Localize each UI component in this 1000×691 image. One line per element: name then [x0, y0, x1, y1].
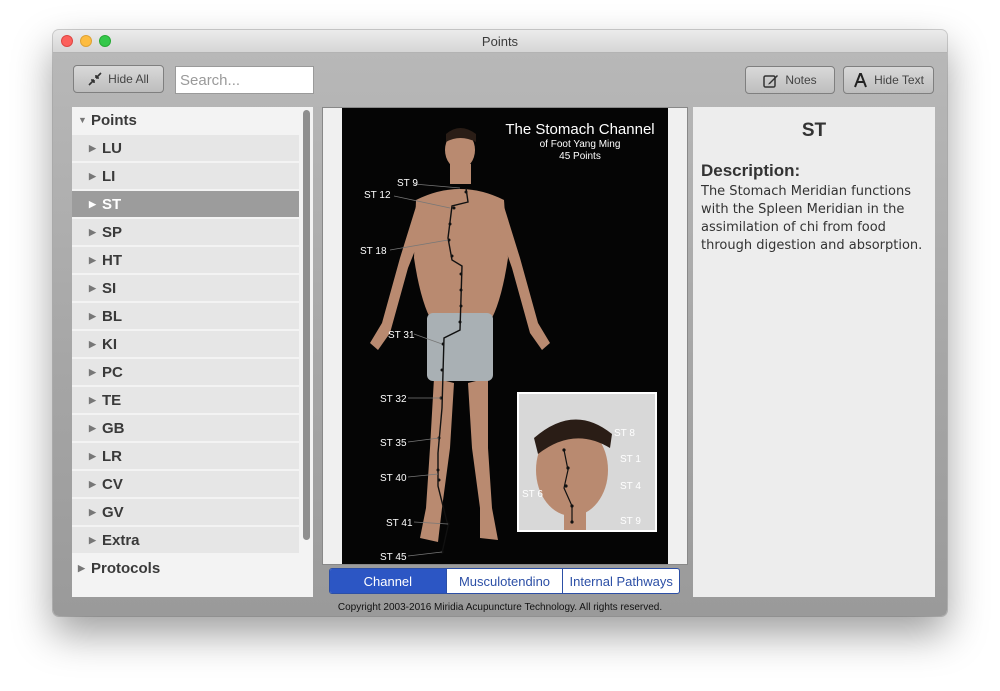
disclosure-closed-icon: ▶	[89, 142, 96, 153]
hide-all-label: Hide All	[108, 72, 149, 86]
sidebar-item-lu[interactable]: ▶ LU	[72, 135, 299, 161]
window-title: Points	[481, 34, 519, 49]
point-label[interactable]: ST 40	[380, 473, 407, 484]
collapse-arrows-icon	[88, 72, 102, 86]
channel-image-frame: The Stomach Channel of Foot Yang Ming 45…	[322, 107, 688, 565]
image-title: The Stomach Channel	[505, 121, 654, 138]
disclosure-closed-icon: ▶	[89, 226, 96, 237]
disclosure-closed-icon: ▶	[89, 534, 96, 545]
description-panel: ST Description: The Stomach Meridian fun…	[693, 107, 935, 597]
notes-button[interactable]: Notes	[745, 66, 835, 94]
disclosure-closed-icon: ▶	[89, 310, 96, 321]
sidebar-item-label: LI	[102, 167, 116, 185]
title-bar: Points	[53, 30, 947, 53]
disclosure-closed-icon: ▶	[89, 506, 96, 517]
point-label[interactable]: ST 1	[620, 454, 641, 465]
tab-internal-pathways[interactable]: Internal Pathways	[562, 569, 679, 593]
sidebar-item-te[interactable]: ▶ TE	[72, 387, 299, 413]
point-label[interactable]: ST 12	[364, 190, 391, 201]
sidebar-item-li[interactable]: ▶ LI	[72, 163, 299, 189]
tree-group-points[interactable]: ▼ Points	[72, 107, 299, 133]
sidebar-item-ht[interactable]: ▶ HT	[72, 247, 299, 273]
tree-group-label: Protocols	[91, 559, 161, 577]
point-label[interactable]: ST 9	[397, 178, 418, 189]
disclosure-closed-icon: ▶	[89, 450, 96, 461]
sidebar-item-label: BL	[102, 307, 122, 325]
disclosure-closed-icon: ▶	[89, 198, 96, 209]
image-point-count: 45 Points	[559, 151, 601, 162]
sidebar-item-label: GV	[102, 503, 124, 521]
stomach-channel-photo: The Stomach Channel of Foot Yang Ming 45…	[342, 108, 668, 564]
point-label[interactable]: ST 45	[380, 552, 407, 563]
sidebar-item-sp[interactable]: ▶ SP	[72, 219, 299, 245]
sidebar-item-si[interactable]: ▶ SI	[72, 275, 299, 301]
sidebar-item-st[interactable]: ▶ ST	[72, 191, 299, 217]
tab-channel[interactable]: Channel	[330, 569, 446, 593]
sidebar-item-label: CV	[102, 475, 123, 493]
points-sidebar: ▼ Points ▶ LU ▶ LI ▶ ST ▶ SP ▶ HT ▶ SI ▶	[72, 107, 313, 597]
sidebar-item-label: GB	[102, 419, 125, 437]
point-label[interactable]: ST 4	[620, 481, 641, 492]
sidebar-item-gb[interactable]: ▶ GB	[72, 415, 299, 441]
hide-all-button[interactable]: Hide All	[73, 65, 164, 93]
point-label[interactable]: ST 6	[522, 489, 543, 500]
view-segmented-control: Channel Musculotendino Internal Pathways	[329, 568, 680, 594]
disclosure-closed-icon: ▶	[89, 394, 96, 405]
sidebar-item-label: KI	[102, 335, 117, 353]
face-inset: ST 8 ST 1 ST 4 ST 6 ST 9	[517, 392, 657, 532]
disclosure-closed-icon: ▶	[89, 478, 96, 489]
point-label[interactable]: ST 8	[614, 428, 635, 439]
description-heading: Description:	[701, 161, 801, 180]
sidebar-item-label: SP	[102, 223, 123, 241]
sidebar-item-label: HT	[102, 251, 122, 269]
point-label[interactable]: ST 9	[620, 516, 641, 527]
point-label[interactable]: ST 32	[380, 394, 407, 405]
description-text: The Stomach Meridian functions with the …	[701, 184, 923, 253]
sidebar-item-label: ST	[102, 195, 122, 213]
disclosure-closed-icon: ▶	[78, 562, 85, 573]
disclosure-closed-icon: ▶	[89, 170, 96, 181]
copyright-footer: Copyright 2003-2016 Miridia Acupuncture …	[337, 602, 663, 613]
hide-text-button[interactable]: Hide Text	[843, 66, 934, 94]
sidebar-item-pc[interactable]: ▶ PC	[72, 359, 299, 385]
point-label[interactable]: ST 35	[380, 438, 407, 449]
tree-group-label: Points	[91, 111, 137, 129]
hide-text-label: Hide Text	[874, 73, 924, 87]
point-label[interactable]: ST 18	[360, 246, 387, 257]
sidebar-item-extra[interactable]: ▶ Extra	[72, 527, 299, 553]
font-letter-icon	[853, 72, 868, 88]
disclosure-closed-icon: ▶	[89, 282, 96, 293]
app-window: Points Hide All Notes Hide Text	[53, 30, 947, 616]
sidebar-item-label: LU	[102, 139, 122, 157]
sidebar-item-label: SI	[102, 279, 117, 297]
sidebar-item-lr[interactable]: ▶ LR	[72, 443, 299, 469]
notes-label: Notes	[785, 73, 817, 87]
point-label[interactable]: ST 31	[388, 330, 415, 341]
tree-group-protocols[interactable]: ▶ Protocols	[72, 555, 299, 581]
sidebar-item-label: TE	[102, 391, 122, 409]
point-label[interactable]: ST 41	[386, 518, 413, 529]
sidebar-item-bl[interactable]: ▶ BL	[72, 303, 299, 329]
disclosure-closed-icon: ▶	[89, 366, 96, 377]
image-subtitle: of Foot Yang Ming	[540, 139, 621, 150]
search-input[interactable]	[175, 66, 314, 94]
disclosure-open-icon: ▼	[78, 115, 87, 125]
disclosure-closed-icon: ▶	[89, 338, 96, 349]
sidebar-item-label: Extra	[102, 531, 140, 549]
sidebar-scrollbar-thumb[interactable]	[303, 110, 310, 540]
tab-musculotendino[interactable]: Musculotendino	[445, 569, 563, 593]
sidebar-item-ki[interactable]: ▶ KI	[72, 331, 299, 357]
disclosure-closed-icon: ▶	[89, 254, 96, 265]
edit-note-icon	[763, 73, 779, 88]
disclosure-closed-icon: ▶	[89, 422, 96, 433]
sidebar-item-label: PC	[102, 363, 123, 381]
point-title: ST	[801, 120, 827, 141]
sidebar-item-gv[interactable]: ▶ GV	[72, 499, 299, 525]
sidebar-item-cv[interactable]: ▶ CV	[72, 471, 299, 497]
sidebar-item-label: LR	[102, 447, 122, 465]
